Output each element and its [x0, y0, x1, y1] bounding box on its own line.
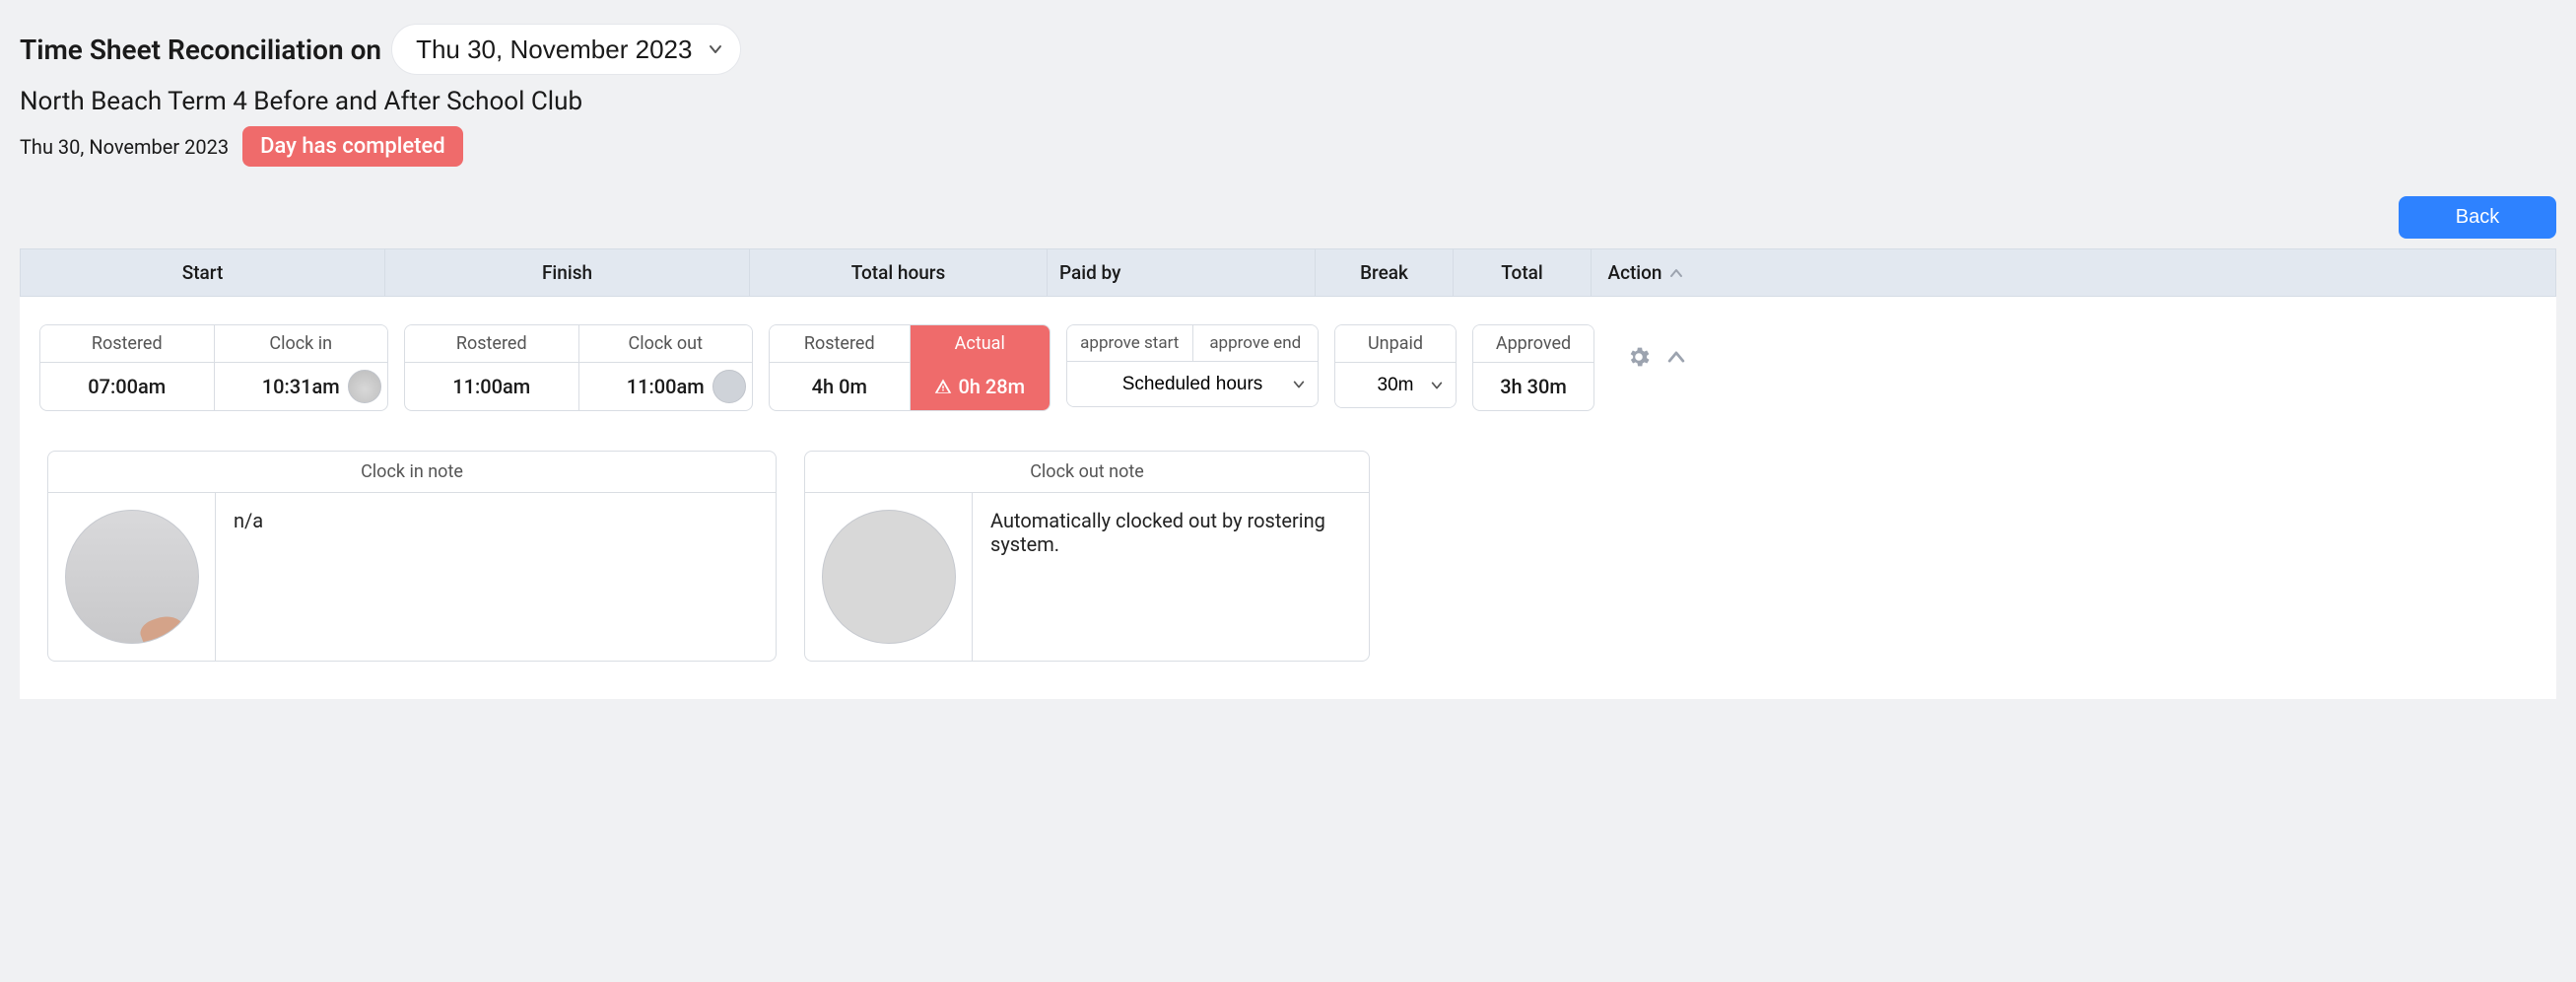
- clock-out-note-label: Clock out note: [805, 452, 1369, 493]
- col-start: Start: [21, 249, 385, 296]
- gear-icon[interactable]: [1626, 344, 1652, 370]
- subtitle: North Beach Term 4 Before and After Scho…: [20, 87, 2556, 116]
- total-rostered-value: 4h 0m: [770, 363, 911, 410]
- start-rostered-label: Rostered: [40, 325, 215, 363]
- break-select[interactable]: 30m: [1335, 363, 1456, 407]
- start-clockin-text: 10:31am: [262, 375, 340, 398]
- date-select[interactable]: Thu 30, November 2023: [391, 24, 741, 75]
- clock-out-note-box: Clock out note Automatically clocked out…: [804, 451, 1370, 662]
- start-clockin-value: 10:31am: [215, 363, 388, 410]
- finish-clockout-value: 11:00am: [579, 363, 753, 410]
- total-approved-value: 3h 30m: [1473, 363, 1593, 410]
- finish-rostered-label: Rostered: [405, 325, 579, 363]
- col-paid-by: Paid by: [1048, 249, 1316, 296]
- meta-date: Thu 30, November 2023: [20, 135, 229, 159]
- total-approved-label: Approved: [1473, 325, 1593, 363]
- table-row: Rostered Clock in 07:00am 10:31am: [20, 324, 2556, 411]
- clock-in-note-text: n/a: [216, 493, 776, 661]
- clock-out-avatar[interactable]: [822, 510, 956, 644]
- col-total-hours: Total hours: [750, 249, 1048, 296]
- page-title: Time Sheet Reconciliation on: [20, 34, 381, 66]
- break-unpaid-label: Unpaid: [1335, 325, 1456, 363]
- clock-in-avatar[interactable]: [65, 510, 199, 644]
- approve-start-label: approve start: [1067, 325, 1193, 362]
- start-group: Rostered Clock in 07:00am 10:31am: [39, 324, 388, 411]
- clock-in-note-box: Clock in note n/a: [47, 451, 777, 662]
- table-header: Start Finish Total hours Paid by Break T…: [20, 248, 2556, 297]
- approve-end-label: approve end: [1193, 325, 1319, 362]
- clockout-avatar-thumb[interactable]: [712, 370, 746, 403]
- total-actual-text: 0h 28m: [958, 375, 1025, 398]
- break-group: Unpaid 30m: [1334, 324, 1457, 408]
- finish-group: Rostered Clock out 11:00am 11:00am: [404, 324, 753, 411]
- col-finish: Finish: [385, 249, 750, 296]
- warning-icon: [934, 378, 952, 395]
- collapse-icon[interactable]: [1665, 346, 1687, 368]
- col-total: Total: [1454, 249, 1592, 296]
- total-actual-label: Actual: [911, 325, 1051, 363]
- finish-clockout-text: 11:00am: [627, 375, 705, 398]
- total-hours-group: Rostered Actual 4h 0m 0h 28m: [769, 324, 1051, 411]
- start-clockin-label: Clock in: [215, 325, 388, 363]
- start-rostered-value: 07:00am: [40, 363, 215, 410]
- total-group: Approved 3h 30m: [1472, 324, 1594, 411]
- back-button[interactable]: Back: [2399, 196, 2556, 239]
- status-badge: Day has completed: [242, 126, 463, 167]
- col-break: Break: [1316, 249, 1454, 296]
- clockin-avatar-thumb[interactable]: [348, 370, 381, 403]
- total-actual-value: 0h 28m: [911, 363, 1051, 410]
- clock-in-note-label: Clock in note: [48, 452, 776, 493]
- paid-by-group: approve start approve end Scheduled hour…: [1066, 324, 1319, 407]
- finish-clockout-label: Clock out: [579, 325, 753, 363]
- finish-rostered-value: 11:00am: [405, 363, 579, 410]
- total-rostered-label: Rostered: [770, 325, 911, 363]
- paid-by-select[interactable]: Scheduled hours: [1067, 362, 1318, 406]
- chevron-up-icon[interactable]: [1668, 265, 1684, 281]
- clock-out-note-text: Automatically clocked out by rostering s…: [973, 493, 1369, 661]
- col-action-label: Action: [1607, 261, 1661, 284]
- col-action: Action: [1592, 249, 1700, 296]
